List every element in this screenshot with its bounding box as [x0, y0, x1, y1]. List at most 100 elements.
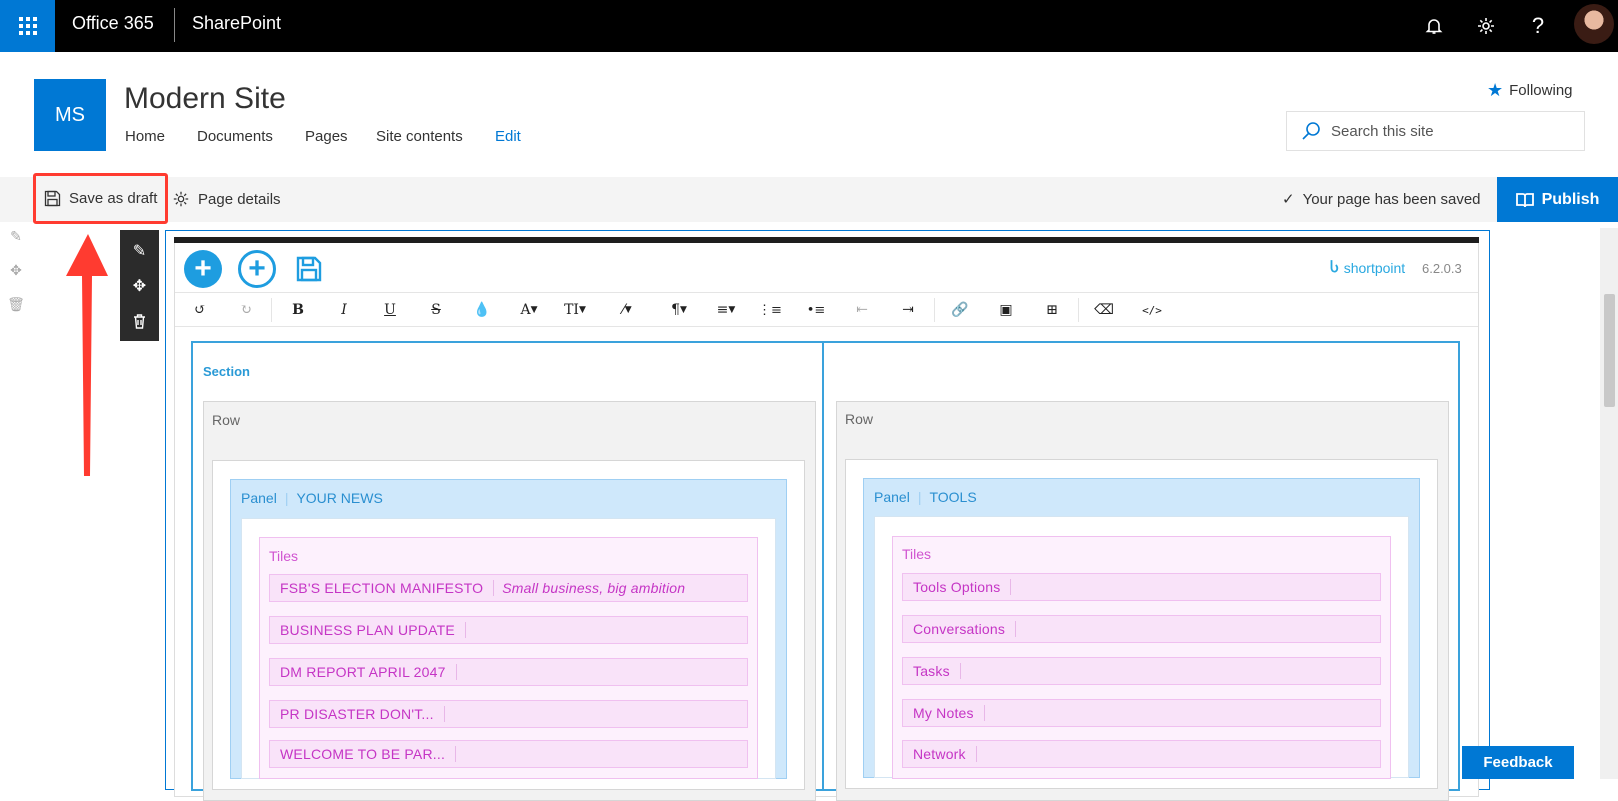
tile-item[interactable]: FSB'S ELECTION MANIFESTO Small business, …	[269, 574, 748, 602]
tile-title: My Notes	[913, 705, 974, 721]
follow-button[interactable]: ★ Following	[1487, 80, 1573, 101]
settings-button[interactable]	[1470, 10, 1502, 42]
bold-icon[interactable]: B	[288, 300, 308, 320]
save-as-draft-button[interactable]: Save as draft	[33, 173, 168, 224]
editor-save-button[interactable]	[292, 250, 326, 288]
search-icon	[1302, 122, 1320, 140]
app-launcher-button[interactable]	[0, 0, 55, 52]
save-as-draft-label: Save as draft	[69, 190, 158, 207]
follow-label: Following	[1509, 82, 1573, 99]
suite-bar: Office 365 SharePoint ?	[0, 0, 1618, 52]
nav-edit[interactable]: Edit	[495, 128, 521, 145]
row-label: Row	[212, 412, 241, 428]
nav-site-contents[interactable]: Site contents	[376, 128, 463, 145]
underline-icon[interactable]: U	[380, 300, 400, 320]
trash-icon[interactable]	[120, 304, 159, 338]
numbered-list-icon[interactable]: ⋮≡	[758, 300, 782, 320]
align-icon[interactable]: ≡ ▼	[710, 300, 742, 320]
publish-label: Publish	[1541, 190, 1600, 208]
book-icon	[1515, 192, 1534, 207]
section-label: Section	[203, 364, 250, 379]
panel-title: YOUR NEWS	[296, 490, 383, 506]
help-button[interactable]: ?	[1522, 10, 1554, 42]
undo-icon[interactable]: ↺	[190, 300, 210, 320]
feedback-button[interactable]: Feedback	[1462, 746, 1574, 779]
tile-item[interactable]: Conversations	[902, 615, 1381, 643]
bell-icon	[1425, 19, 1443, 34]
checkmark-icon: ✓	[1282, 191, 1295, 208]
tile-title: PR DISASTER DON'T...	[280, 706, 434, 722]
paragraph-icon[interactable]: ¶ ▼	[664, 300, 694, 320]
redo-icon[interactable]: ↻	[236, 300, 256, 320]
eraser-icon[interactable]: ⌫	[1094, 300, 1114, 320]
office365-link[interactable]: Office 365	[72, 13, 154, 34]
magic-wand-icon[interactable]: ⁄ ▼	[612, 300, 642, 320]
tile-item[interactable]: PR DISASTER DON'T...	[269, 700, 748, 728]
link-icon[interactable]: 🔗	[950, 300, 970, 320]
tile-title: DM REPORT APRIL 2047	[280, 664, 446, 680]
site-title[interactable]: Modern Site	[124, 82, 286, 116]
tile-item[interactable]: BUSINESS PLAN UPDATE	[269, 616, 748, 644]
panel-type: Panel	[874, 489, 910, 505]
outdent-icon[interactable]: ⇤	[852, 300, 872, 320]
panel-type: Panel	[241, 490, 277, 506]
shortpoint-logo: Ⴑ shortpoint	[1330, 259, 1405, 276]
tile-item[interactable]: DM REPORT APRIL 2047	[269, 658, 748, 686]
table-icon[interactable]: ⊞	[1042, 300, 1062, 320]
floppy-icon	[296, 256, 322, 282]
add-section-button[interactable]: +	[184, 250, 222, 288]
nav-documents[interactable]: Documents	[197, 128, 273, 145]
tile-title: Tasks	[913, 663, 950, 679]
delete-icon[interactable]: 🗑	[7, 296, 25, 312]
page-details-button[interactable]: Page details	[172, 190, 281, 208]
section-column-divider	[822, 341, 824, 791]
nav-pages[interactable]: Pages	[305, 128, 348, 145]
version-label: 6.2.0.3	[1422, 261, 1462, 276]
site-logo[interactable]: MS	[34, 79, 106, 151]
editor-top-border	[174, 237, 1479, 243]
code-icon[interactable]: </>	[1140, 300, 1164, 320]
indent-icon[interactable]: ⇥	[898, 300, 918, 320]
bullet-list-icon[interactable]: •≡	[806, 300, 826, 320]
shortpoint-brand-text: shortpoint	[1343, 259, 1406, 276]
toolbar-separator	[271, 298, 272, 322]
text-style-icon[interactable]: TI ▼	[558, 300, 592, 320]
question-icon: ?	[1531, 13, 1545, 38]
tile-item[interactable]: Network	[902, 740, 1381, 768]
move-icon[interactable]: ✥	[120, 269, 159, 303]
user-avatar[interactable]	[1574, 4, 1614, 44]
panel-separator: |	[284, 490, 289, 506]
nav-home[interactable]: Home	[125, 128, 165, 145]
tile-item[interactable]: My Notes	[902, 699, 1381, 727]
strikethrough-icon[interactable]: S	[426, 300, 446, 320]
plus-icon: +	[194, 252, 212, 285]
tile-item[interactable]: Tools Options	[902, 573, 1381, 601]
panel-separator: |	[917, 489, 922, 505]
search-box[interactable]: Search this site	[1286, 111, 1585, 151]
move-icon[interactable]: ✥	[8, 262, 24, 278]
toolbar-separator	[1078, 298, 1079, 322]
tile-title: FSB'S ELECTION MANIFESTO	[280, 580, 484, 596]
plus-icon: +	[248, 252, 266, 285]
publish-button[interactable]: Publish	[1497, 177, 1618, 222]
panel-title: TOOLS	[929, 489, 977, 505]
annotation-arrow-icon	[66, 234, 108, 476]
tile-item[interactable]: Tasks	[902, 657, 1381, 685]
pencil-icon[interactable]: ✎	[120, 234, 159, 268]
tile-subtitle: Small business, big ambition	[502, 580, 686, 596]
save-icon	[44, 190, 61, 207]
tile-item[interactable]: WELCOME TO BE PAR...	[269, 740, 748, 768]
sharepoint-link[interactable]: SharePoint	[192, 13, 281, 34]
add-element-button[interactable]: +	[238, 250, 276, 288]
suite-divider	[174, 8, 175, 42]
tile-title: WELCOME TO BE PAR...	[280, 746, 446, 762]
image-icon[interactable]: ▣	[996, 300, 1016, 320]
text-color-icon[interactable]: 💧	[472, 300, 492, 320]
scrollbar-thumb[interactable]	[1604, 294, 1615, 407]
italic-icon[interactable]: I	[334, 300, 354, 320]
gear-icon	[173, 191, 189, 207]
shortpoint-logo-icon: Ⴑ	[1330, 259, 1339, 275]
notifications-button[interactable]	[1418, 10, 1450, 42]
font-size-icon[interactable]: A ▼	[514, 300, 544, 320]
edit-webpart-icon[interactable]: ✎	[8, 228, 24, 244]
